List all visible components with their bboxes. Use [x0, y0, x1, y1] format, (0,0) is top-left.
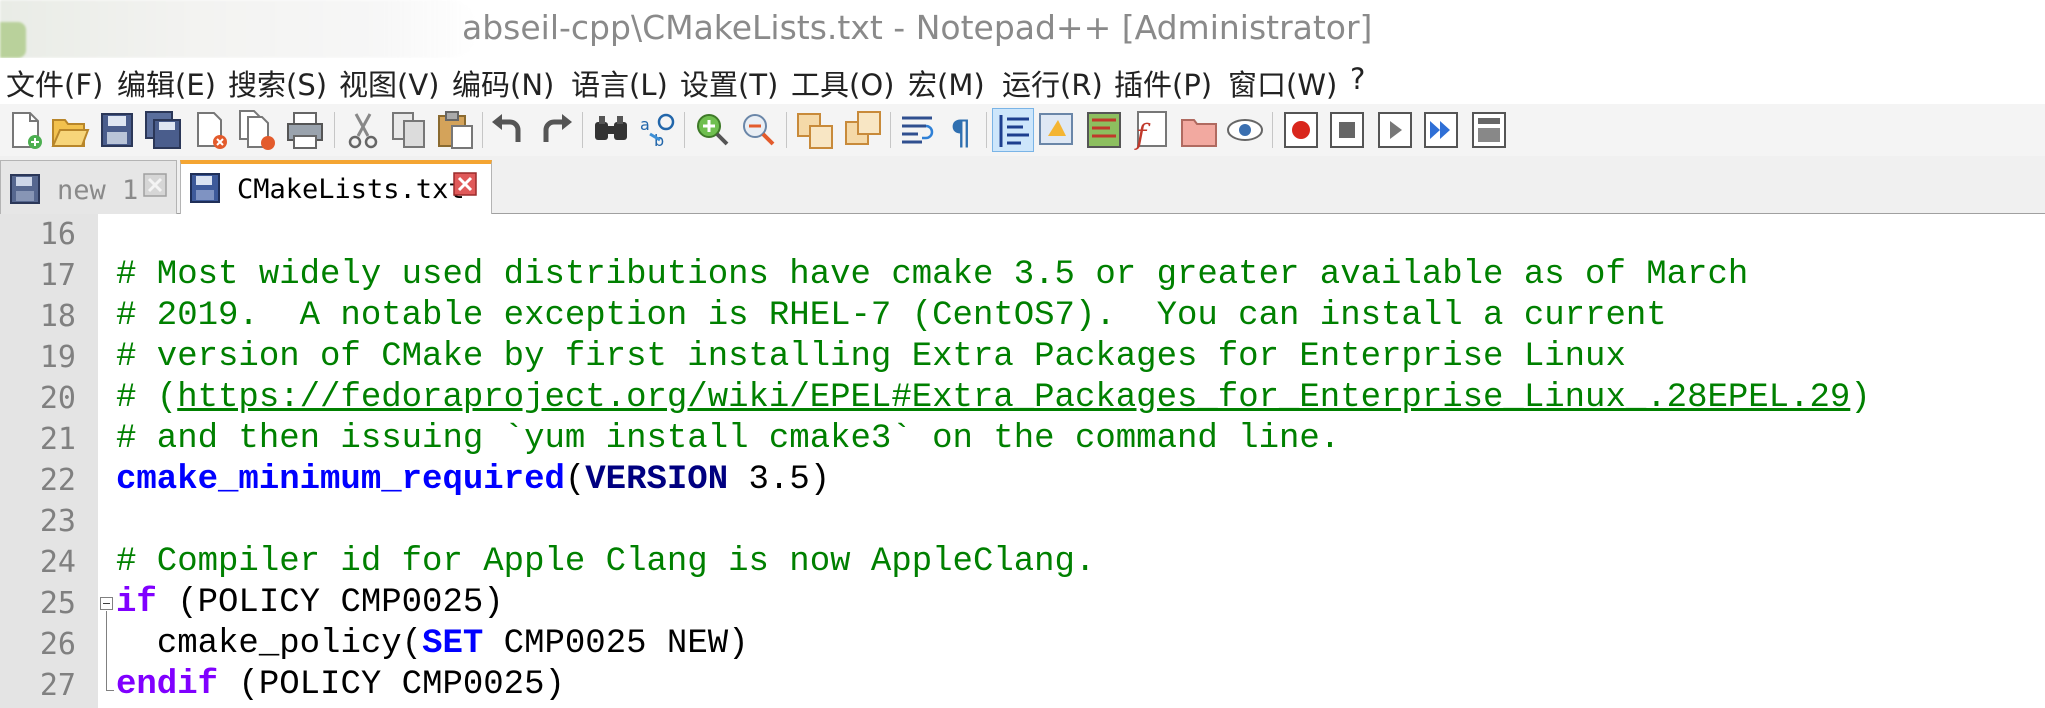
comment-url-link[interactable]: https://fedoraproject.org/wiki/EPEL#Extr…	[177, 379, 1850, 417]
line-number: 17	[39, 258, 76, 293]
tab-bar: new 1 CMakeLists.txt	[0, 156, 2045, 214]
playback-macro-icon[interactable]	[1374, 108, 1416, 152]
menu-tools[interactable]: 工具(O)	[791, 62, 894, 104]
cut-icon[interactable]	[342, 108, 384, 152]
menu-search[interactable]: 搜索(S)	[228, 62, 327, 104]
show-all-characters-icon[interactable]: ¶	[944, 108, 986, 152]
svg-text:¶: ¶	[950, 113, 972, 152]
undo-icon[interactable]	[488, 108, 530, 152]
tab-new-1[interactable]: new 1	[0, 160, 177, 214]
menu-run[interactable]: 运行(R)	[1002, 62, 1103, 104]
menu-encoding[interactable]: 编码(N)	[452, 62, 554, 104]
zoom-out-icon[interactable]	[738, 108, 780, 152]
close-tab-icon[interactable]	[453, 172, 477, 196]
function-list-icon[interactable]: f	[1130, 108, 1172, 152]
menu-window[interactable]: 窗口(W)	[1228, 62, 1337, 104]
line-number: 23	[39, 504, 76, 539]
window-title: abseil-cpp\CMakeLists.txt - Notepad++ [A…	[462, 8, 1373, 47]
redo-icon[interactable]	[534, 108, 576, 152]
line-number: 18	[39, 299, 76, 334]
close-all-icon[interactable]	[236, 108, 278, 152]
code-line-comment: # Compiler id for Apple Clang is now App…	[116, 543, 1096, 581]
fold-guide-line	[106, 611, 107, 691]
svg-text:a: a	[640, 115, 650, 134]
app-icon-blurred	[0, 0, 478, 58]
code-line: endif (POLICY CMP0025)	[116, 666, 565, 704]
line-number: 22	[39, 463, 76, 498]
save-icon[interactable]	[96, 108, 138, 152]
paste-icon[interactable]	[434, 108, 476, 152]
code-line-comment: # (https://fedoraproject.org/wiki/EPEL#E…	[116, 379, 1871, 417]
open-file-icon[interactable]	[48, 108, 90, 152]
zoom-in-icon[interactable]	[692, 108, 734, 152]
toolbar: ab ¶ f	[0, 104, 2045, 156]
replace-icon[interactable]: ab	[636, 108, 678, 152]
tab-label: CMakeLists.txt	[237, 174, 465, 205]
title-bar[interactable]: abseil-cpp\CMakeLists.txt - Notepad++ [A…	[0, 0, 2045, 58]
copy-icon[interactable]	[388, 108, 430, 152]
close-tab-icon[interactable]	[143, 173, 167, 197]
stop-recording-icon[interactable]	[1326, 108, 1368, 152]
code-line-comment: # and then issuing `yum install cmake3` …	[116, 420, 1341, 458]
save-all-icon[interactable]	[142, 108, 184, 152]
folder-workspace-icon[interactable]	[1178, 108, 1220, 152]
menu-edit[interactable]: 编辑(E)	[117, 62, 216, 104]
print-icon[interactable]	[284, 108, 326, 152]
menu-view[interactable]: 视图(V)	[339, 62, 439, 104]
floppy-disk-icon	[10, 174, 40, 204]
menu-plugins[interactable]: 插件(P)	[1114, 62, 1212, 104]
find-icon[interactable]	[590, 108, 632, 152]
code-line-comment: # 2019. A notable exception is RHEL-7 (C…	[116, 297, 1667, 335]
code-line: if (POLICY CMP0025)	[116, 584, 504, 622]
line-number: 20	[39, 381, 76, 416]
menu-file[interactable]: 文件(F)	[6, 62, 103, 104]
line-number: 21	[39, 422, 76, 457]
floppy-disk-icon	[190, 173, 220, 203]
save-macro-icon[interactable]	[1468, 108, 1510, 152]
monitoring-icon[interactable]	[1224, 108, 1266, 152]
editor[interactable]: 16 17 18 19 20 21 22 23 24 25 26 27 # Mo…	[0, 214, 2045, 708]
indent-guide-icon[interactable]	[992, 108, 1034, 152]
line-number: 27	[39, 668, 76, 703]
menu-help[interactable]: ?	[1350, 62, 1365, 96]
line-number: 24	[39, 545, 76, 580]
fold-collapse-icon[interactable]	[100, 597, 113, 610]
sync-horizontal-icon[interactable]	[842, 108, 884, 152]
new-file-icon[interactable]	[4, 108, 46, 152]
line-number: 25	[39, 586, 76, 621]
code-line: cmake_policy(SET CMP0025 NEW)	[156, 625, 749, 663]
code-line: cmake_minimum_required(VERSION 3.5)	[116, 461, 831, 499]
record-macro-icon[interactable]	[1280, 108, 1322, 152]
close-icon[interactable]	[190, 108, 232, 152]
document-map-icon[interactable]	[1084, 108, 1126, 152]
menu-settings[interactable]: 设置(T)	[680, 62, 778, 104]
tab-cmakelists[interactable]: CMakeLists.txt	[180, 160, 492, 214]
fold-guide-end	[106, 690, 114, 691]
sync-vertical-icon[interactable]	[794, 108, 836, 152]
tab-label: new 1	[57, 175, 139, 206]
menu-macro[interactable]: 宏(M)	[908, 62, 985, 104]
run-macro-multiple-icon[interactable]	[1420, 108, 1462, 152]
code-line-comment: # Most widely used distributions have cm…	[116, 256, 1749, 294]
line-number: 19	[39, 340, 76, 375]
line-number: 26	[39, 627, 76, 662]
line-number: 16	[39, 217, 76, 252]
user-language-icon[interactable]	[1036, 108, 1078, 152]
word-wrap-icon[interactable]	[896, 108, 938, 152]
menu-language[interactable]: 语言(L)	[571, 62, 668, 104]
line-number-gutter: 16 17 18 19 20 21 22 23 24 25 26 27	[0, 214, 98, 708]
menu-bar: 文件(F) 编辑(E) 搜索(S) 视图(V) 编码(N) 语言(L) 设置(T…	[0, 58, 2045, 104]
code-line-comment: # version of CMake by first installing E…	[116, 338, 1626, 376]
